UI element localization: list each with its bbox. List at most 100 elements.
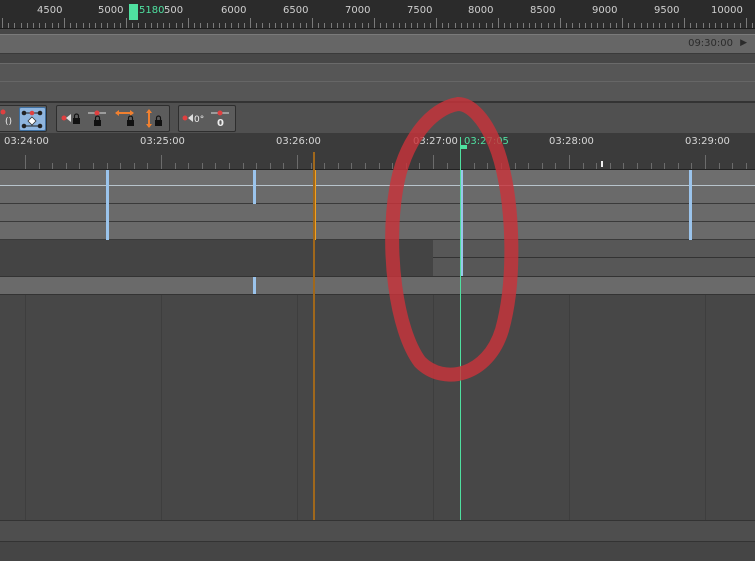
frame-label: 9500 xyxy=(654,5,680,16)
frame-tick xyxy=(566,23,567,28)
zero-button[interactable]: 0 xyxy=(208,107,233,129)
frame-tick xyxy=(107,23,108,28)
lock-value-button[interactable] xyxy=(85,107,110,129)
time-tick xyxy=(719,163,720,169)
frame-tick xyxy=(634,23,635,28)
time-tick xyxy=(188,163,189,169)
frame-label: 7000 xyxy=(345,5,371,16)
frame-tick xyxy=(721,23,722,28)
frame-label: 8500 xyxy=(530,5,556,16)
track-row[interactable] xyxy=(0,277,755,295)
frame-tick xyxy=(64,18,65,28)
frame-tick xyxy=(275,23,276,28)
keyframe[interactable] xyxy=(253,277,256,294)
frame-tick xyxy=(2,18,3,28)
frame-tick xyxy=(672,23,673,28)
horizontal-scrollbar[interactable] xyxy=(0,520,755,541)
frame-tick xyxy=(572,23,573,28)
frame-tick xyxy=(194,23,195,28)
dopesheet-tracks[interactable] xyxy=(0,170,755,520)
frame-tick xyxy=(752,23,753,28)
time-tick xyxy=(596,163,597,169)
rotation-button[interactable]: 0° xyxy=(180,107,205,129)
time-tick xyxy=(365,163,366,169)
frame-tick xyxy=(374,18,375,28)
time-tick xyxy=(637,163,638,169)
tangent-smooth-button[interactable] xyxy=(19,107,46,131)
track-row[interactable] xyxy=(0,222,755,240)
time-tick xyxy=(433,155,434,169)
time-tick xyxy=(93,163,94,169)
frame-tick xyxy=(45,23,46,28)
zero-icon: 0 xyxy=(211,110,229,129)
frame-tick xyxy=(665,23,666,28)
playhead[interactable] xyxy=(460,137,461,520)
time-tick xyxy=(678,163,679,169)
frame-tick xyxy=(541,23,542,28)
frame-tick xyxy=(318,23,319,28)
time-tick xyxy=(311,163,312,169)
frame-tick xyxy=(430,23,431,28)
frame-tick xyxy=(21,23,22,28)
time-tick xyxy=(270,163,271,169)
time-tick xyxy=(419,163,420,169)
frame-tick xyxy=(362,23,363,28)
frame-tick xyxy=(461,23,462,28)
rotation-value: 0° xyxy=(194,115,204,125)
frame-tick xyxy=(535,23,536,28)
play-arrow-icon[interactable]: ▶ xyxy=(740,38,747,48)
tangent-smooth-icon xyxy=(21,110,43,129)
time-range-bar[interactable]: 09:30:00 ▶ xyxy=(0,34,755,54)
frame-tick xyxy=(101,23,102,28)
frame-tick xyxy=(244,23,245,28)
frame-tick xyxy=(740,23,741,28)
time-ruler[interactable]: 03:24:00 03:25:00 03:26:00 03:27:00 03:2… xyxy=(0,133,755,170)
time-tick xyxy=(202,163,203,169)
frame-tick xyxy=(83,23,84,28)
frame-tick xyxy=(126,18,127,28)
keyframe[interactable] xyxy=(689,170,692,240)
time-tick xyxy=(175,163,176,169)
time-tick xyxy=(283,163,284,169)
frame-ruler[interactable]: 4500 5000 5180 500 6000 6500 7000 7500 8… xyxy=(0,0,755,29)
frame-tick xyxy=(746,18,747,28)
track-row[interactable] xyxy=(0,170,755,186)
frame-tick xyxy=(479,23,480,28)
frame-tick xyxy=(368,23,369,28)
lock-time-button[interactable] xyxy=(113,107,138,129)
lock-group xyxy=(56,105,170,132)
frame-tick xyxy=(95,23,96,28)
frame-tick xyxy=(231,23,232,28)
frame-tick xyxy=(132,23,133,28)
lock-tangent-button[interactable] xyxy=(58,107,83,129)
time-tick xyxy=(79,163,80,169)
current-frame-marker[interactable] xyxy=(129,4,138,20)
frame-tick xyxy=(163,23,164,28)
frame-label: 6000 xyxy=(221,5,247,16)
time-label: 03:28:00 xyxy=(549,136,594,147)
time-tick xyxy=(501,163,502,169)
keyframe[interactable] xyxy=(106,170,109,240)
time-tick xyxy=(229,163,230,169)
frame-tick xyxy=(200,23,201,28)
frame-tick xyxy=(262,23,263,28)
keyframe[interactable] xyxy=(253,170,256,204)
selected-key-line xyxy=(313,152,315,520)
tangent-auto-button[interactable]: () xyxy=(0,107,16,129)
time-tick xyxy=(256,163,257,169)
frame-tick xyxy=(504,23,505,28)
track-row[interactable] xyxy=(0,186,755,204)
lock-vertical-button[interactable] xyxy=(141,107,166,129)
playhead-marker[interactable] xyxy=(460,145,467,149)
frame-label: 10000 xyxy=(711,5,743,16)
panel-divider xyxy=(0,81,755,82)
frame-tick xyxy=(628,23,629,28)
frame-tick xyxy=(70,23,71,28)
time-range-end: 09:30:00 xyxy=(688,38,733,49)
time-tick xyxy=(297,155,298,169)
frame-tick xyxy=(473,23,474,28)
frame-tick xyxy=(727,23,728,28)
frame-tick xyxy=(597,23,598,28)
track-row[interactable] xyxy=(0,204,755,222)
frame-label: 4500 xyxy=(37,5,63,16)
